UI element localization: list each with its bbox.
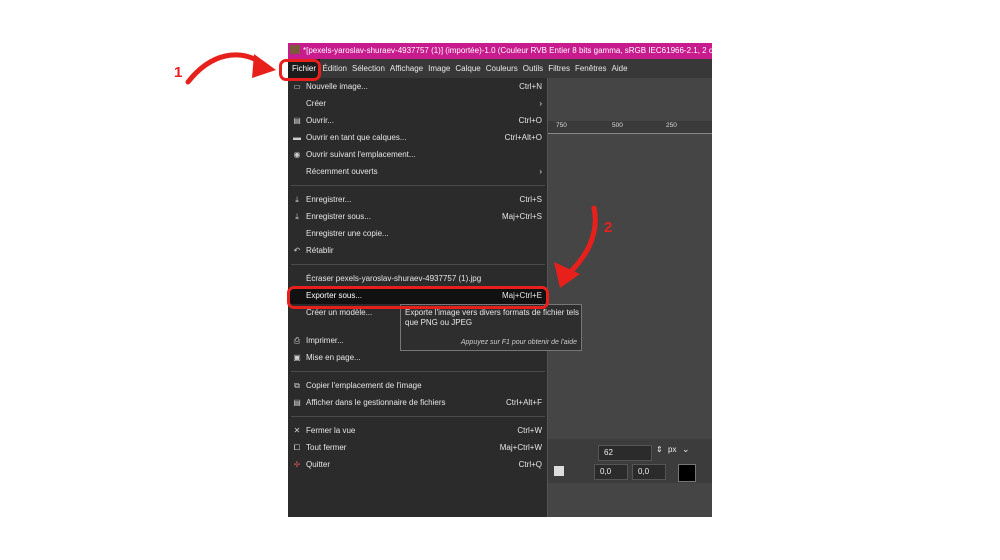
menu-item-save-copy[interactable]: Enregistrer une copie...	[288, 226, 546, 242]
highlight-export-item	[287, 286, 549, 309]
close-all-icon: ⧠	[293, 443, 301, 452]
menu-separator	[291, 416, 545, 417]
submenu-arrow-icon: ›	[539, 167, 542, 176]
menu-item-revert[interactable]: ↶ Rétablir	[288, 243, 546, 259]
color-swatch[interactable]	[678, 464, 696, 482]
menu-calque[interactable]: Calque	[453, 59, 483, 78]
gimp-screenshot: *[pexels-yaroslav-shuraev-4937757 (1)] (…	[288, 43, 712, 517]
horizontal-ruler: 750 500 250	[546, 121, 712, 134]
menu-item-open[interactable]: ▤ Ouvrir... Ctrl+O	[288, 113, 546, 129]
menu-image[interactable]: Image	[426, 59, 453, 78]
ruler-tick: 500	[612, 122, 623, 129]
size-field[interactable]: 62	[598, 445, 652, 461]
menu-edition[interactable]: Édition	[320, 59, 349, 78]
save-icon: ⤓	[295, 195, 299, 204]
menu-item-open-as-layers[interactable]: ▬ Ouvrir en tant que calques... Ctrl+Alt+O	[288, 130, 546, 146]
menu-item-create[interactable]: Créer ›	[288, 96, 546, 112]
menu-item-save-as[interactable]: ⤓ Enregistrer sous... Maj+Ctrl+S	[288, 209, 546, 225]
save-as-icon: ⤓	[295, 212, 299, 221]
menu-item-close-all[interactable]: ⧠ Tout fermer Maj+Ctrl+W	[288, 440, 546, 456]
location-icon: ◉	[293, 150, 301, 159]
menu-item-close-view[interactable]: ✕ Fermer la vue Ctrl+W	[288, 423, 546, 439]
menu-outils[interactable]: Outils	[520, 59, 545, 78]
menu-item-overwrite[interactable]: Écraser pexels-yaroslav-shuraev-4937757 …	[288, 271, 546, 287]
copy-location-icon: ⧉	[294, 381, 300, 390]
menu-item-show-in-file-manager[interactable]: ▤ Afficher dans le gestionnaire de fichie…	[288, 395, 546, 411]
arrow-1-icon	[185, 52, 276, 85]
menu-filtres[interactable]: Filtres	[546, 59, 573, 78]
menu-item-quit[interactable]: ✢ Quitter Ctrl+Q	[288, 457, 546, 473]
quit-icon: ✢	[293, 460, 301, 469]
ruler-tick: 750	[556, 122, 567, 129]
menu-item-page-setup[interactable]: ▣ Mise en page...	[288, 350, 546, 366]
new-image-icon: ▭	[293, 82, 301, 91]
menu-aide[interactable]: Aide	[609, 59, 630, 78]
file-manager-icon: ▤	[293, 398, 301, 407]
arrow-2-icon	[554, 205, 598, 288]
chevron-down-icon[interactable]: ⌄	[682, 444, 690, 455]
menu-separator	[291, 264, 545, 265]
window-title: *[pexels-yaroslav-shuraev-4937757 (1)] (…	[303, 46, 712, 55]
menu-separator	[291, 185, 545, 186]
x-field[interactable]: 0,0	[594, 464, 628, 480]
menu-item-recent[interactable]: Récemment ouverts ›	[288, 164, 546, 180]
print-icon: ⎙	[293, 336, 301, 345]
spin-arrows-icon[interactable]: ⇕	[656, 445, 663, 454]
y-field[interactable]: 0,0	[632, 464, 666, 480]
close-icon: ✕	[293, 426, 301, 435]
menu-item-copy-location[interactable]: ⧉ Copier l'emplacement de l'image	[288, 378, 546, 394]
menu-separator	[291, 371, 545, 372]
menu-couleurs[interactable]: Couleurs	[483, 59, 520, 78]
menu-item-open-location[interactable]: ◉ Ouvrir suivant l'emplacement...	[288, 147, 546, 163]
open-layers-icon: ▬	[293, 133, 301, 142]
menu-fenetres[interactable]: Fenêtres	[572, 59, 609, 78]
chain-icon[interactable]	[554, 466, 564, 476]
tooltip-text: Exporte l'image vers divers formats de f…	[405, 308, 580, 327]
unit-select[interactable]: px	[668, 445, 676, 454]
export-tooltip: Exporte l'image vers divers formats de f…	[400, 304, 582, 351]
menu-bar: Fichier Édition Sélection Affichage Image Cal…	[288, 59, 712, 78]
ruler-tick: 250	[666, 122, 677, 129]
open-icon: ▤	[293, 116, 301, 125]
revert-icon: ↶	[293, 246, 301, 255]
menu-item-save[interactable]: ⤓ Enregistrer... Ctrl+S	[288, 192, 546, 208]
menu-selection[interactable]: Sélection	[349, 59, 387, 78]
title-bar: *[pexels-yaroslav-shuraev-4937757 (1)] (…	[288, 43, 712, 59]
menu-affichage[interactable]: Affichage	[387, 59, 425, 78]
menu-item-new-image[interactable]: ▭ Nouvelle image... Ctrl+N	[288, 79, 546, 95]
highlight-fichier-menu	[279, 59, 321, 81]
app-icon	[290, 45, 300, 54]
submenu-arrow-icon: ›	[539, 99, 542, 108]
page-setup-icon: ▣	[293, 353, 301, 362]
tooltip-help: Appuyez sur F1 pour obtenir de l'aide	[460, 339, 577, 346]
